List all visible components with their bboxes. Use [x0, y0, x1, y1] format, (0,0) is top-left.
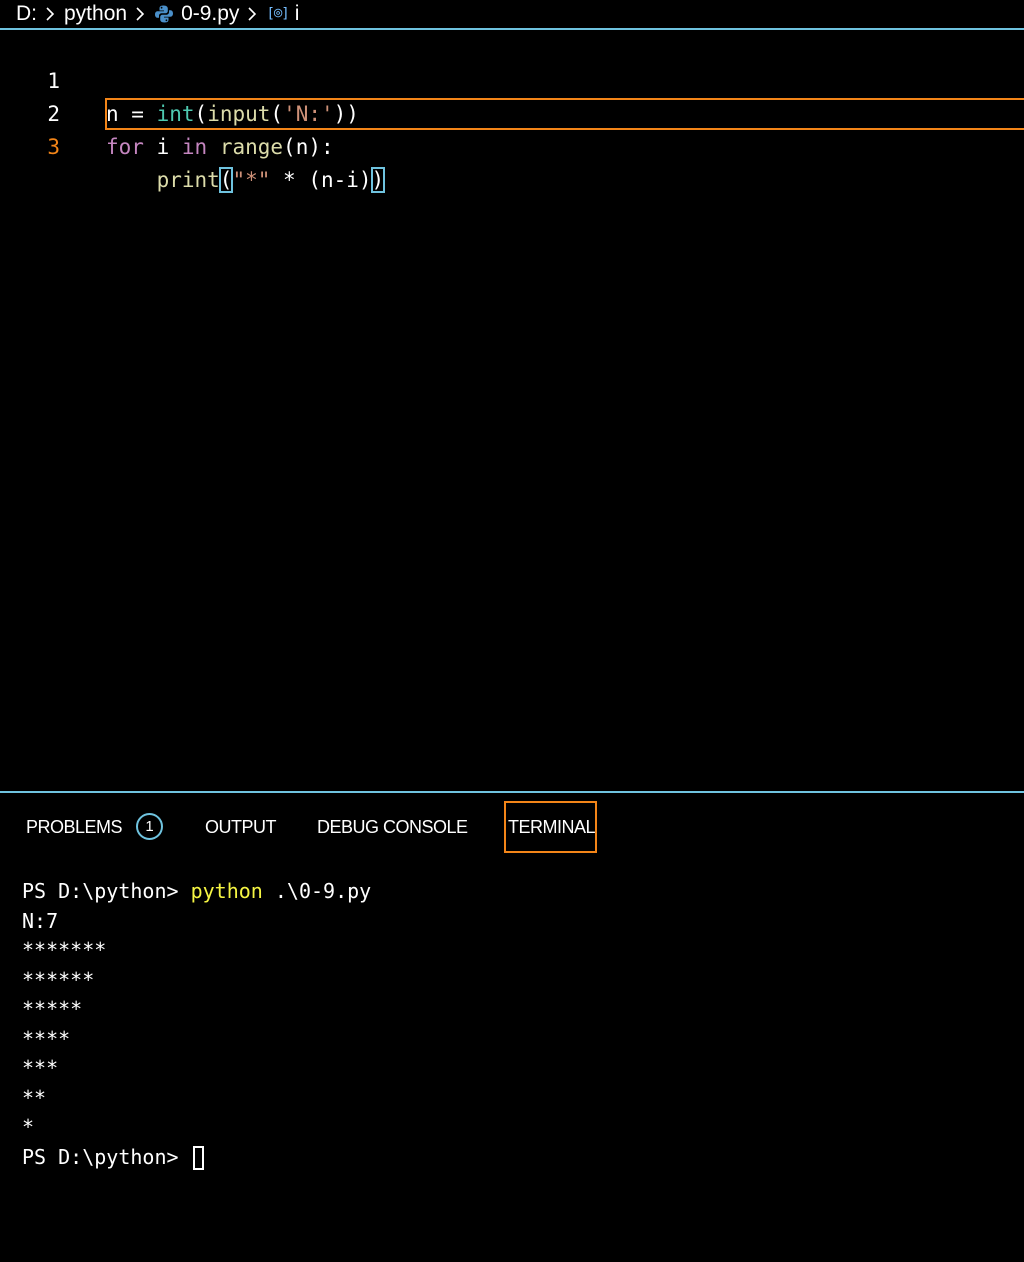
terminal-line: ****** — [22, 967, 95, 992]
code-line[interactable]: 3 print("*" * (n-i)) — [0, 98, 1024, 193]
chevron-right-icon — [135, 5, 147, 23]
code-token: in — [181, 135, 208, 159]
chevron-right-icon — [247, 5, 259, 23]
code-token: for — [106, 135, 144, 159]
terminal-prompt: PS D:\python> — [22, 1144, 191, 1169]
variable-symbol-icon: [⌾] — [266, 6, 289, 22]
code-token: (n): — [283, 135, 334, 159]
terminal-line: * — [22, 1115, 35, 1139]
terminal-line: **** — [22, 1026, 71, 1051]
code-token: i — [143, 135, 182, 159]
breadcrumb-file-label: 0-9.py — [181, 2, 240, 25]
terminal-line: N:7 — [22, 908, 59, 933]
problems-count-badge: 1 — [136, 813, 163, 840]
code-token: print — [156, 168, 220, 192]
breadcrumb-drive[interactable]: D: — [16, 2, 37, 26]
matching-bracket: ( — [218, 167, 234, 193]
terminal-line: ** — [22, 1085, 47, 1110]
code-text[interactable]: print("*" * (n-i)) — [106, 164, 386, 197]
code-token: * (n-i) — [270, 168, 372, 192]
terminal-command-args: .\0-9.py — [262, 879, 372, 903]
breadcrumb-symbol[interactable]: [⌾] i — [266, 2, 299, 26]
terminal-command: python — [190, 879, 263, 903]
matching-bracket: ) — [370, 167, 386, 193]
terminal-line: ******* — [22, 938, 107, 962]
terminal-prompt: PS D:\python> — [22, 879, 191, 903]
code-text[interactable]: for i in range(n): — [106, 131, 334, 164]
terminal-command-line: PS D:\python> python .\0-9.py — [22, 877, 1012, 907]
breadcrumb: D: python 0-9.py [⌾] i — [0, 0, 1024, 30]
tab-output[interactable]: OUTPUT — [205, 801, 277, 853]
tab-problems[interactable]: PROBLEMS — [26, 801, 123, 853]
tab-debug-console[interactable]: DEBUG CONSOLE — [317, 801, 468, 853]
terminal-line: ***** — [22, 997, 83, 1021]
terminal-input-line[interactable]: PS D:\python> — [22, 1143, 1012, 1173]
breadcrumb-folder[interactable]: python — [64, 2, 127, 26]
breadcrumb-file[interactable]: 0-9.py — [154, 2, 239, 26]
panel-tabs: PROBLEMS 1 OUTPUT DEBUG CONSOLE TERMINAL — [0, 801, 1024, 855]
breadcrumb-symbol-label: i — [294, 2, 300, 25]
code-token: range — [219, 135, 284, 159]
code-editor[interactable]: 1 n = int(input('N:')) 2 for i in range(… — [0, 32, 1024, 790]
code-token: "*" — [232, 168, 271, 192]
tab-terminal[interactable]: TERMINAL — [504, 801, 597, 853]
line-number: 3 — [47, 135, 60, 159]
python-file-icon — [154, 4, 174, 24]
terminal-output[interactable]: PS D:\python> python .\0-9.py N:7 ******… — [22, 877, 1012, 1172]
tab-problems-label: PROBLEMS — [26, 817, 123, 837]
bottom-panel: PROBLEMS 1 OUTPUT DEBUG CONSOLE TERMINAL… — [0, 791, 1024, 1262]
code-line[interactable]: 2 for i in range(n): — [0, 65, 1024, 159]
chevron-right-icon — [45, 5, 57, 23]
code-line[interactable]: 1 n = int(input('N:')) — [0, 32, 1024, 126]
terminal-line: *** — [22, 1056, 59, 1080]
terminal-cursor — [192, 1146, 204, 1170]
